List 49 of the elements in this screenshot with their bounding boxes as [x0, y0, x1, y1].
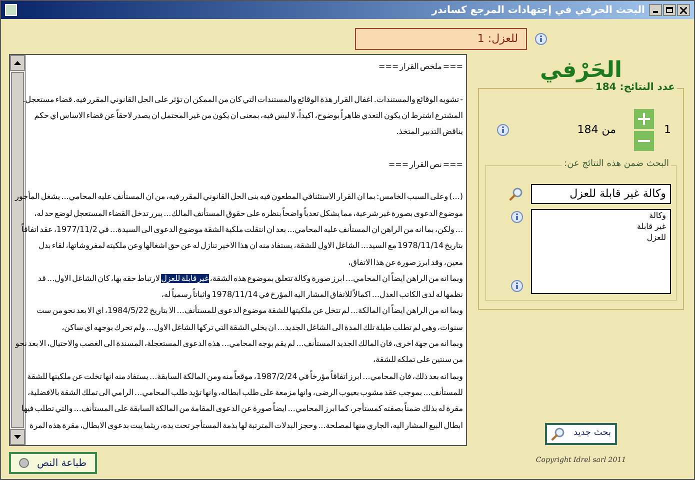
close-icon	[680, 6, 687, 14]
text-line: === ملخص القرار ===	[378, 61, 463, 73]
text-line: من سنتين على تملكه للشقة،	[372, 354, 463, 366]
search-term: غير قابلة	[636, 220, 666, 232]
text-line: وبما انه من جهة اخرى، فان المالك الجديد المستأنف... لم يقم بوجه المحامي... هذه الدعوى المستعجلة، المسندة الى الغصب والاحتيال، الا بعد نحو	[15, 336, 463, 350]
window-title: البحث الحرفي في إجتهادات المرجع كساندر	[430, 4, 645, 18]
plus-icon	[638, 113, 650, 125]
total-results: من 184	[577, 122, 616, 138]
minimize-button[interactable]	[649, 4, 662, 16]
text-line: سنوات، وهي لم تطلب طيلة تلك المدة الى الشاغل الجديد... ان يخلي الشقة التي تركها الشاغل الاول... ولم تحرك بوجهه اي ساكن،	[62, 322, 463, 334]
text-line: موضوع الدعوى بصورة غير شرعية، مما يشكل تعدياً واضحاً بنظره على حقوق المستأنف المالك... يبرر تدخل القضاء المستعجل لوضع حد له،	[34, 206, 463, 220]
new-search-button[interactable]: بحث جديد	[545, 422, 617, 444]
scroll-up-icon[interactable]	[14, 61, 21, 65]
text-line: مقرة له بذلك ضمناً بصفته كمستأجر، كما ابرز المحامي... ايضاً صورة عن الدعوى المقامة من المالكة السابقة على المستأنف... والتي تطلب فيها	[21, 402, 463, 416]
text-line: وبما انه من الراهن ايضاً ان المالكة... لم تتخل عن ملكيتها للشقة موضوع الدعوى للمستأنف... الا بتاريخ 1984/5/22، اي الا بعد نحو من ست	[36, 304, 463, 318]
info-icon[interactable]	[511, 280, 523, 292]
search-terms-box[interactable]: وكالة غير قابلة للعزل	[531, 208, 671, 294]
text-line: === نص القرار ===	[388, 158, 463, 171]
minus-icon	[638, 140, 650, 142]
search-icon	[509, 186, 523, 200]
text-line: معين، وقد ابرز صورة عن هذا الاتفاق،	[348, 256, 463, 269]
refine-legend: البحث ضمن هذه النتائج عن:	[562, 158, 671, 172]
current-result-number: 1	[664, 122, 671, 138]
text-line: ... ولكن، بما انه من الراهن ان المستأنف عليه المحامي... بعد ان انتقلت ملكية الشقة موضوع الدعوى الى السيدة... في 1977/11/2، عقد اتفاقاً	[22, 222, 463, 236]
text-line: ابطال البيع المشار اليه، الجاري منها لمصلحة... وحجز البدلات المترتبة لها بذمة المستأجر تحت يده، ريثما يبت بدعوى الابطال، مقرة هذه المرة	[30, 418, 463, 432]
maximize-button[interactable]	[663, 4, 676, 16]
text-line: وبما انه من الراهن ايضاً ان المحامي... ابرز صورة وكالة تتعلق بموضوع هذه الشقة،غير قابلة للعزل لارتباط حقه بها، كان الشاغل الاول... قد	[38, 272, 463, 285]
close-button[interactable]	[677, 4, 690, 16]
scroll-down-icon[interactable]	[14, 435, 21, 439]
print-button[interactable]: طباعة النص	[9, 452, 97, 474]
match-count-label: للعزل: 1	[355, 28, 527, 50]
search-icon	[551, 426, 565, 440]
search-term: للعزل	[646, 232, 666, 242]
text-line: (...) وعلى السبب الخامس: بما ان القرار الاستئنافي المطعون فيه بنى الحل القانوني المقرر فيه، من ان المستأنف عليه المحامي... يشغل المأجور	[15, 190, 463, 204]
text-line: يناقض التدبير المتخذ.	[396, 126, 463, 138]
info-icon[interactable]	[497, 124, 509, 136]
search-term: وكالة	[648, 210, 666, 220]
text-line: نظمها له لدى الكاتب العدل... اكمالاً للاتفاق المشار اليه المؤرخ في 1978/11/14 واثباتاً رسمياً له،	[161, 288, 463, 302]
text-line: - تشويه الوقائع والمستندات. اغفال القرار هذة الوقائع والمستندات التي كان من الممكن ان تؤثر على الحل القانوني المقرر فيه. قضاء مستعجل.	[22, 94, 463, 106]
text-line: وبما انه بعد ذلك، فان المحامي... ابرز اتفاقاً مؤرخاً في 1987/2/24، موقعاً منه ومن المالكة السابقة... يستفاد منه انها تخلت عن ملكيتها للشقة	[27, 370, 463, 383]
results-count: عدد النتائج: 184	[593, 80, 677, 95]
text-line: المشترع اشترط ان يكون التعدي ظاهراً بوضوح، اكيداً، لا لبس فيه، بمعنى ان يكون من غير المحتمل ان يصدر لاحقاً عن قضاء الاساس اي حكم	[34, 108, 463, 122]
info-icon[interactable]	[535, 33, 547, 45]
app-icon	[5, 4, 17, 16]
text-line: بتاريخ 1978/11/14 مع السيد... الشاغل الاول للشقة، يستفاد منه ان هذا الاخير تنازل له عن حق اشغالها وعن ملكيته لمفروشاتها، لقاء بدل	[38, 240, 463, 252]
text-line: للمستأنف... بموجب عقد مشوب بعيوب الرضى، وانها مزمعة على طلب ابطاله، وانها تؤيد طلب المحامي... الرامي الى تملك الشقة بالافضلية،	[27, 386, 463, 399]
info-icon[interactable]	[511, 210, 523, 222]
refine-search-field[interactable]: وكالة غير قابلة للعزل	[531, 184, 671, 204]
app-title: الحَرْفي	[538, 57, 622, 83]
